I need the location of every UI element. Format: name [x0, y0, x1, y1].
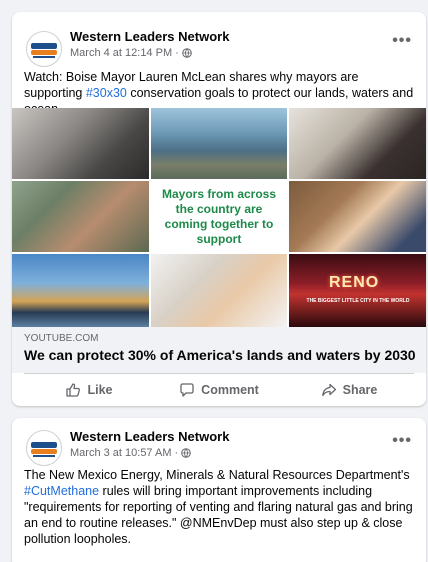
share-button[interactable]: Share [284, 374, 414, 406]
post-text-start: The New Mexico Energy, Minerals & Natura… [24, 468, 410, 482]
image-tile-caption: Mayors from across the country are comin… [151, 181, 287, 252]
image-tile-woman-portrait [12, 181, 149, 252]
image-tile-woman-smiling [151, 254, 287, 327]
share-label: Share [342, 383, 378, 397]
like-icon [66, 383, 81, 397]
post-image[interactable]: Mayors from across the country are comin… [12, 108, 426, 327]
image-tile-man-smiling [289, 181, 426, 252]
comment-button[interactable]: Comment [154, 374, 284, 406]
post-card: Western Leaders Network March 3 at 10:57… [12, 418, 426, 562]
post-meta: March 3 at 10:57 AM · [70, 447, 191, 459]
post-meta: March 4 at 12:14 PM · [70, 47, 192, 59]
hashtag-link[interactable]: #30x30 [86, 86, 127, 100]
comment-icon [180, 383, 194, 397]
post-timestamp[interactable]: March 4 at 12:14 PM [70, 47, 172, 59]
page-avatar[interactable] [26, 31, 62, 67]
link-title[interactable]: We can protect 30% of America's lands an… [24, 347, 416, 363]
post-header: Western Leaders Network March 4 at 12:14… [12, 12, 426, 72]
image-tile-speaker [289, 108, 426, 179]
post-card: Western Leaders Network March 4 at 12:14… [12, 12, 426, 406]
link-domain: YOUTUBE.COM [24, 333, 99, 344]
post-actions: Like Comment Share [24, 373, 414, 406]
meta-separator: · [174, 447, 179, 459]
image-tile-reno-arch: RENO THE BIGGEST LITTLE CITY IN THE WORL… [289, 254, 426, 327]
image-tile-city-aerial [151, 108, 287, 179]
globe-icon [181, 48, 192, 58]
page-avatar[interactable] [26, 430, 62, 466]
comment-label: Comment [201, 383, 259, 397]
image-caption-text: Mayors from across the country are comin… [161, 186, 277, 246]
hashtag-link[interactable]: #CutMethane [24, 484, 99, 498]
like-button[interactable]: Like [24, 374, 154, 406]
page-name-link[interactable]: Western Leaders Network [70, 29, 229, 44]
globe-icon [181, 448, 191, 458]
reno-banner-text: THE BIGGEST LITTLE CITY IN THE WORLD [306, 298, 410, 304]
reno-sign-text: RENO [329, 274, 380, 291]
image-tile-man-portrait [12, 108, 149, 179]
post-timestamp[interactable]: March 3 at 10:57 AM [70, 447, 172, 459]
share-icon [321, 383, 336, 397]
page-name-link[interactable]: Western Leaders Network [70, 429, 229, 444]
more-options-icon[interactable]: ••• [392, 33, 412, 49]
more-options-icon[interactable]: ••• [392, 433, 412, 449]
link-preview[interactable]: YOUTUBE.COM We can protect 30% of Americ… [12, 327, 426, 373]
post-text: The New Mexico Energy, Minerals & Natura… [12, 467, 426, 547]
meta-separator: · [175, 47, 179, 59]
image-tile-skyline-lake [12, 254, 149, 327]
like-label: Like [87, 383, 113, 397]
post-header: Western Leaders Network March 3 at 10:57… [12, 418, 426, 466]
